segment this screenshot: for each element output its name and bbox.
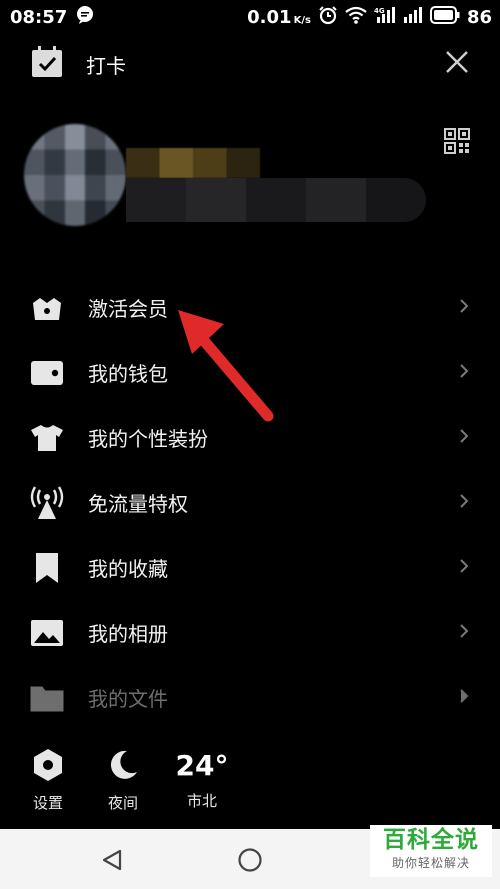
bookmark-icon [30, 551, 64, 585]
settings-label: 设置 [32, 794, 63, 812]
chevron-right-icon [458, 428, 470, 448]
chevron-right-icon [458, 363, 470, 383]
menu-item-label: 我的文件 [88, 687, 168, 711]
chevron-right-icon [458, 558, 470, 578]
night-mode-label: 夜间 [107, 794, 138, 812]
calendar-check-icon[interactable] [30, 45, 64, 83]
photo-icon [30, 616, 64, 650]
network-speed: 0.01 K/s [247, 7, 311, 28]
status-bar-left: 08:57 [10, 5, 95, 30]
profile-info-redacted [126, 178, 426, 222]
close-icon[interactable] [444, 49, 470, 79]
home-circle-icon[interactable] [237, 847, 263, 877]
red-arrow-annotation [170, 296, 280, 430]
svg-text:4G: 4G [374, 7, 385, 15]
status-bar-right: 0.01 K/s 4G 86 [247, 5, 492, 30]
network-speed-value: 0.01 [247, 6, 292, 28]
back-triangle-icon[interactable] [100, 848, 124, 876]
weather-widget[interactable]: 24° 市北 [170, 748, 234, 811]
watermark-subtitle: 助你轻松解决 [391, 856, 470, 870]
chevron-right-icon [458, 688, 470, 708]
signal-icon [403, 6, 423, 29]
menu-item-files[interactable]: 我的文件 [0, 665, 500, 730]
chevron-right-icon [458, 623, 470, 643]
signal-4g-icon: 4G [374, 6, 396, 29]
chevron-right-icon [458, 493, 470, 513]
drawer-header: 打卡 [0, 40, 500, 84]
wallet-icon [30, 356, 64, 390]
menu-item-favorites[interactable]: 我的收藏 [0, 535, 500, 600]
menu-item-label: 我的相册 [88, 622, 168, 646]
menu-item-label: 激活会员 [88, 297, 168, 321]
city-label: 市北 [186, 792, 217, 810]
battery-level: 86 [466, 6, 492, 28]
alarm-icon [318, 5, 338, 30]
chevron-right-icon [458, 298, 470, 318]
wifi-icon [345, 6, 367, 29]
qr-code-icon[interactable] [444, 128, 470, 158]
watermark-title: 百科全说 [383, 827, 479, 853]
avatar[interactable] [24, 124, 126, 226]
chat-notification-icon [75, 5, 95, 30]
drawer-bottom-bar: 设置 夜间 24° 市北 [0, 740, 500, 820]
settings-hexagon-icon [32, 749, 64, 786]
battery-icon [429, 5, 460, 29]
folder-icon [30, 681, 64, 715]
menu-item-label: 我的收藏 [88, 557, 168, 581]
menu-item-album[interactable]: 我的相册 [0, 600, 500, 665]
tshirt-icon [30, 421, 64, 455]
temperature: 24° [175, 749, 229, 782]
clock: 08:57 [10, 6, 68, 28]
menu-item-label: 我的钱包 [88, 362, 168, 386]
crown-basket-icon [30, 291, 64, 325]
checkin-label[interactable]: 打卡 [86, 50, 126, 79]
signal-tower-icon [30, 485, 64, 520]
menu-item-free-data[interactable]: 免流量特权 [0, 470, 500, 535]
moon-icon [107, 750, 139, 786]
night-mode-button[interactable]: 夜间 [93, 748, 153, 813]
menu-item-label: 免流量特权 [88, 492, 188, 516]
profile-area[interactable] [0, 120, 500, 230]
username-redacted [126, 148, 260, 178]
network-speed-unit: K/s [293, 14, 311, 26]
settings-button[interactable]: 设置 [18, 748, 78, 813]
watermark: 百科全说 助你轻松解决 [370, 825, 492, 877]
status-bar: 08:57 0.01 K/s 4G 86 [0, 0, 500, 34]
